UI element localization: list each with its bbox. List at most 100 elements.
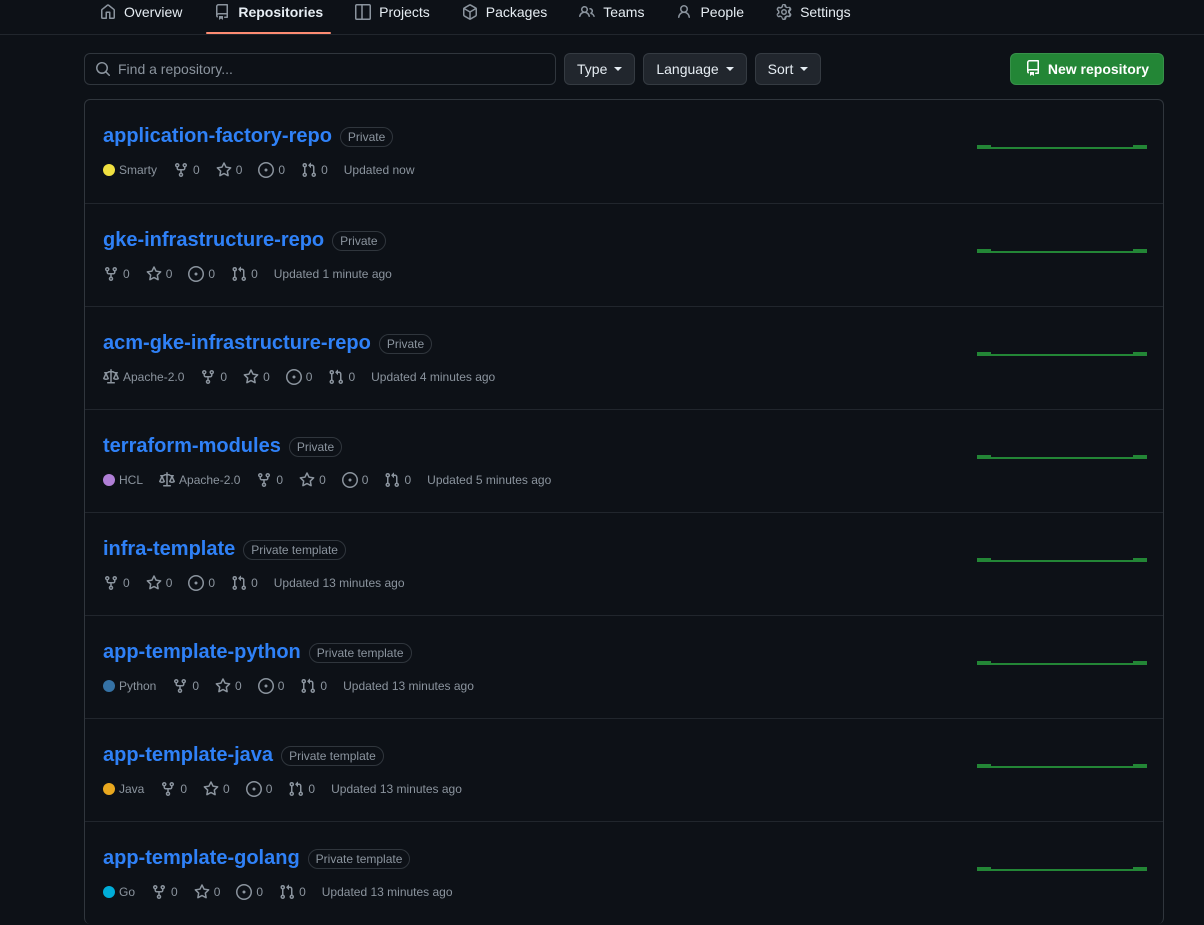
repository-meta: HCL Apache-2.0 0 0 0 0 Updated 5 minutes ago bbox=[103, 472, 961, 488]
repo-meta-value: 0 bbox=[276, 473, 284, 487]
pull-icon bbox=[384, 472, 400, 488]
repo-meta-value: 0 bbox=[251, 576, 258, 590]
type-filter-button[interactable]: Type bbox=[564, 53, 636, 85]
repository-info: acm-gke-infrastructure-repo Private Apache… bbox=[103, 331, 961, 385]
repo-meta-fork[interactable]: 0 bbox=[172, 678, 199, 694]
repository-info: infra-template Private template 0 0 0 0 Update… bbox=[103, 537, 961, 591]
repo-meta-value: 0 bbox=[305, 370, 313, 384]
repo-meta-issue[interactable]: 0 bbox=[341, 472, 368, 488]
project-icon bbox=[355, 3, 372, 20]
type-filter-label: Type bbox=[577, 61, 608, 77]
repo-meta-issue[interactable]: 0 bbox=[258, 162, 285, 178]
repo-meta-issue[interactable]: 0 bbox=[188, 266, 215, 282]
repo-meta-pull[interactable]: 0 bbox=[300, 678, 327, 694]
repository-updated-time: Updated 1 minute ago bbox=[273, 267, 392, 281]
repository-name-link[interactable]: terraform-modules bbox=[103, 434, 281, 459]
package-icon bbox=[462, 3, 478, 20]
repo-meta-pull[interactable]: 0 bbox=[231, 575, 258, 591]
repo-meta-issue[interactable]: 0 bbox=[236, 884, 263, 900]
nav-tab-overview[interactable]: Overview bbox=[84, 0, 198, 34]
star-icon bbox=[299, 472, 315, 488]
repo-meta-star[interactable]: 0 bbox=[216, 162, 243, 178]
issue-icon bbox=[341, 472, 358, 488]
repo-meta-fork[interactable]: 0 bbox=[103, 575, 130, 591]
language-name: Java bbox=[119, 782, 145, 796]
repo-icon bbox=[214, 3, 230, 20]
repo-language[interactable]: Python bbox=[103, 679, 156, 693]
sort-filter-button[interactable]: Sort bbox=[754, 53, 822, 85]
repository-name-link[interactable]: app-template-python bbox=[103, 640, 301, 665]
nav-tab-teams[interactable]: Teams bbox=[563, 0, 660, 34]
repo-meta-pull[interactable]: 0 bbox=[301, 162, 328, 178]
repo-meta-issue[interactable]: 0 bbox=[285, 369, 313, 385]
repo-meta-fork[interactable]: 0 bbox=[103, 266, 130, 282]
repo-language[interactable]: Java bbox=[103, 782, 144, 796]
repository-name-link[interactable]: app-template-golang bbox=[103, 846, 300, 871]
repo-meta-pull[interactable]: 0 bbox=[328, 369, 355, 385]
repository-name-link[interactable]: infra-template bbox=[103, 537, 235, 562]
repo-meta-star[interactable]: 0 bbox=[243, 369, 270, 385]
repo-meta-star[interactable]: 0 bbox=[194, 884, 220, 900]
repo-meta-value: 0 bbox=[404, 473, 412, 487]
repo-meta-fork[interactable]: 0 bbox=[173, 162, 200, 178]
repo-meta-pull[interactable]: 0 bbox=[231, 266, 258, 282]
nav-tab-settings[interactable]: Settings bbox=[760, 0, 867, 34]
gear-icon bbox=[776, 3, 792, 20]
repo-meta-issue[interactable]: 0 bbox=[257, 678, 284, 694]
repo-meta-fork[interactable]: 0 bbox=[151, 884, 178, 900]
repo-language[interactable]: Go bbox=[103, 885, 135, 899]
language-name: HCL bbox=[119, 473, 144, 487]
language-color-dot bbox=[103, 164, 115, 176]
nav-tab-projects[interactable]: Projects bbox=[339, 0, 446, 34]
repo-language[interactable]: HCL bbox=[103, 473, 143, 487]
star-icon bbox=[216, 162, 232, 178]
language-color-dot bbox=[103, 474, 115, 486]
repository-name-link[interactable]: acm-gke-infrastructure-repo bbox=[103, 331, 371, 356]
language-color-dot bbox=[103, 680, 115, 692]
repo-meta-value: 0 bbox=[171, 885, 178, 899]
repository-name-link[interactable]: app-template-java bbox=[103, 743, 273, 768]
chevron-down-icon bbox=[614, 67, 623, 71]
repository-activity-sparkline bbox=[977, 652, 1147, 676]
pull-icon bbox=[300, 678, 316, 694]
repository-title-line: app-template-java Private template bbox=[103, 743, 961, 768]
fork-icon bbox=[151, 884, 167, 900]
new-repository-button[interactable]: New repository bbox=[1009, 53, 1164, 85]
pull-icon bbox=[288, 781, 304, 797]
fork-icon bbox=[200, 369, 216, 385]
repo-meta-value: 0 bbox=[235, 163, 243, 177]
repo-meta-issue[interactable]: 0 bbox=[188, 575, 215, 591]
repository-name-link[interactable]: application-factory-repo bbox=[103, 124, 332, 149]
pull-icon bbox=[231, 575, 247, 591]
repo-meta-value: 0 bbox=[123, 576, 130, 590]
repo-meta-fork[interactable]: 0 bbox=[200, 369, 227, 385]
nav-tab-packages[interactable]: Packages bbox=[446, 0, 563, 34]
issue-icon bbox=[285, 369, 302, 385]
repo-meta-star[interactable]: 0 bbox=[146, 575, 172, 591]
law-icon bbox=[159, 472, 176, 488]
repo-meta-pull[interactable]: 0 bbox=[279, 884, 306, 900]
repository-updated-time: Updated 13 minutes ago bbox=[321, 885, 453, 899]
repository-name-link[interactable]: gke-infrastructure-repo bbox=[103, 228, 324, 253]
repo-meta-pull[interactable]: 0 bbox=[288, 781, 315, 797]
repo-meta-value: 0 bbox=[192, 679, 200, 693]
repo-meta-issue[interactable]: 0 bbox=[245, 781, 272, 797]
repo-meta-value: 0 bbox=[299, 885, 306, 899]
repo-icon bbox=[1025, 59, 1041, 79]
nav-tab-label: Settings bbox=[800, 3, 851, 20]
repo-meta-star[interactable]: 0 bbox=[203, 781, 230, 797]
repo-meta-star[interactable]: 0 bbox=[215, 678, 242, 694]
repo-meta-fork[interactable]: 0 bbox=[160, 781, 187, 797]
repo-meta-star[interactable]: 0 bbox=[146, 266, 172, 282]
nav-tab-repositories[interactable]: Repositories bbox=[198, 0, 339, 34]
search-input[interactable] bbox=[84, 53, 556, 85]
search-repository-wrapper bbox=[84, 53, 556, 85]
repo-meta-pull[interactable]: 0 bbox=[384, 472, 411, 488]
repo-meta-fork[interactable]: 0 bbox=[256, 472, 283, 488]
nav-tab-people[interactable]: People bbox=[660, 0, 760, 34]
repo-meta-star[interactable]: 0 bbox=[299, 472, 326, 488]
repo-language[interactable]: Smarty bbox=[103, 163, 157, 177]
star-icon bbox=[215, 678, 231, 694]
pull-icon bbox=[301, 162, 317, 178]
language-filter-button[interactable]: Language bbox=[643, 53, 747, 85]
